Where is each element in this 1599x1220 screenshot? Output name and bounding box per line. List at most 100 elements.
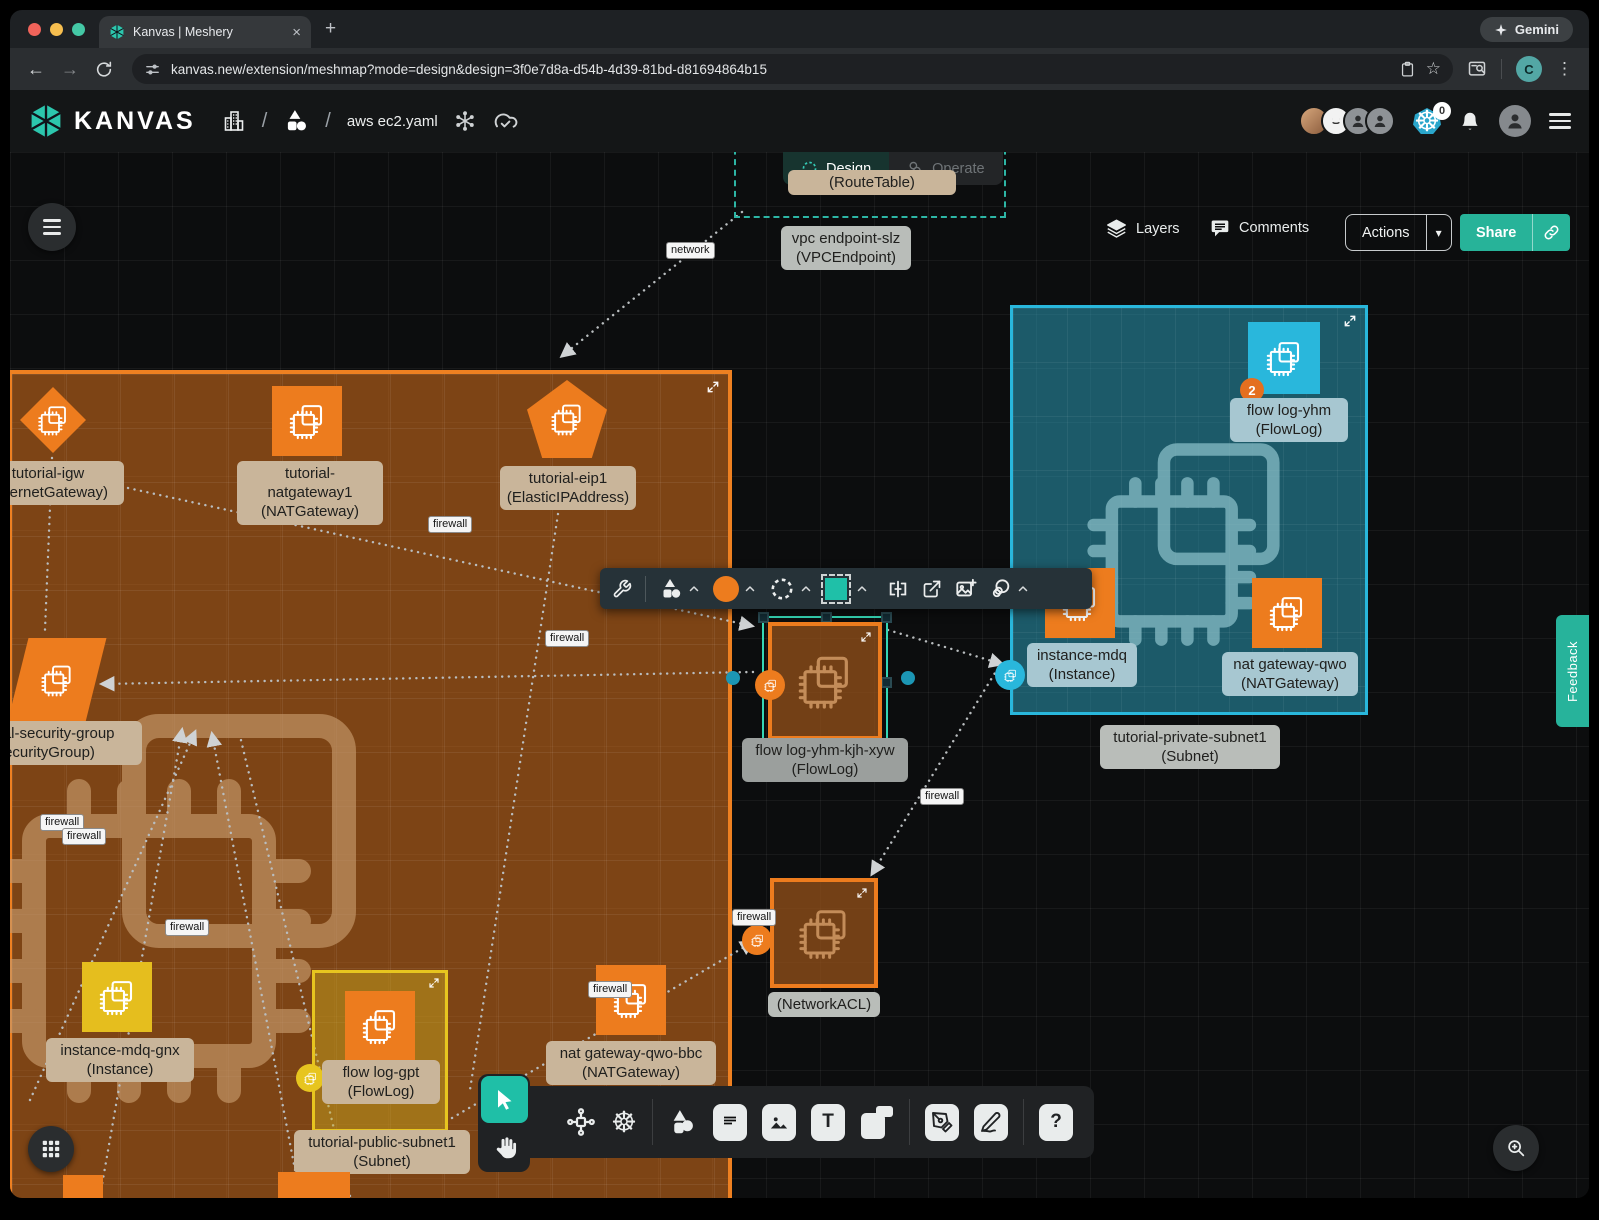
pan-tool[interactable]: [487, 1128, 523, 1168]
bell-icon[interactable]: [1459, 110, 1481, 132]
pencil-tool[interactable]: [974, 1104, 1008, 1141]
node-label-instance-gnx[interactable]: instance-mdq-gnx(Instance): [46, 1038, 194, 1082]
node-instance-mdq-gnx[interactable]: [82, 962, 152, 1032]
shape-picker[interactable]: [659, 577, 700, 601]
edge-label-firewall[interactable]: firewall: [62, 828, 106, 845]
comment-tool[interactable]: [713, 1104, 747, 1141]
close-window-button[interactable]: [28, 23, 41, 36]
cloud-sync-icon[interactable]: [492, 108, 518, 134]
edge-label-firewall[interactable]: firewall: [545, 630, 589, 647]
color-picker[interactable]: [713, 576, 756, 602]
resize-handle[interactable]: [881, 677, 892, 688]
kubernetes-tool-icon[interactable]: ☸: [611, 1108, 637, 1137]
edge-label-firewall[interactable]: firewall: [588, 981, 632, 998]
edge-label-network[interactable]: network: [666, 242, 715, 259]
node-label-natgw-bbc[interactable]: nat gateway-qwo-bbc(NATGateway): [546, 1041, 716, 1085]
collapse-region-icon[interactable]: [1343, 314, 1357, 328]
copy-link-button[interactable]: [1532, 214, 1570, 251]
design-file-name[interactable]: aws ec2.yaml: [347, 113, 438, 130]
share-button[interactable]: Share: [1460, 214, 1570, 251]
environment-icon[interactable]: [454, 110, 476, 132]
back-button[interactable]: ←: [22, 59, 50, 80]
node-label-flow-log-yhm[interactable]: flow log-yhm(FlowLog): [1230, 398, 1348, 442]
note-tool[interactable]: [860, 1104, 894, 1141]
new-tab-button[interactable]: +: [325, 18, 336, 40]
url-bar[interactable]: kanvas.new/extension/meshmap?mode=design…: [132, 54, 1453, 84]
apps-grid-button[interactable]: [28, 1126, 74, 1172]
app-menu-button[interactable]: [1549, 109, 1571, 133]
private-subnet-handle[interactable]: [995, 660, 1025, 690]
node-label-routetable[interactable]: (RouteTable): [788, 170, 956, 195]
lasso-tool[interactable]: [990, 578, 1029, 600]
resize-handle[interactable]: [881, 612, 892, 623]
forward-button[interactable]: →: [56, 59, 84, 80]
collapse-region-icon[interactable]: [706, 380, 720, 394]
node-label-flow-log-kjh[interactable]: flow log-yhm-kjh-xyw(FlowLog): [742, 738, 908, 782]
reload-button[interactable]: [90, 60, 118, 79]
browser-menu-icon[interactable]: ⋮: [1556, 59, 1573, 79]
zoom-search-button[interactable]: [1493, 1125, 1539, 1171]
node-label-security-group[interactable]: tutorial-security-group(SecurityGroup): [10, 721, 142, 765]
kubernetes-context-button[interactable]: ☸ 0: [1413, 108, 1441, 134]
node-label-private-subnet[interactable]: tutorial-private-subnet1(Subnet): [1100, 725, 1280, 769]
node-natgw-qwo-bbc[interactable]: [596, 965, 666, 1035]
design-canvas[interactable]: Design Operate Layers Comments Actions ▾…: [10, 152, 1589, 1198]
node-label-igw[interactable]: tutorial-igw(InternetGateway): [10, 461, 124, 505]
network-acl-handle[interactable]: [742, 925, 772, 955]
help-button[interactable]: ?: [1039, 1104, 1073, 1141]
node-label-eip1[interactable]: tutorial-eip1(ElasticIPAddress): [500, 466, 636, 510]
border-style-picker[interactable]: [769, 576, 812, 602]
shapes-tool-icon[interactable]: [668, 1107, 698, 1137]
zoom-window-button[interactable]: [72, 23, 85, 36]
add-image-icon[interactable]: [955, 578, 977, 600]
open-external-icon[interactable]: [922, 579, 942, 599]
close-tab-icon[interactable]: ×: [292, 24, 301, 41]
collapse-region-icon[interactable]: [428, 977, 440, 989]
connection-dot[interactable]: [901, 671, 915, 685]
components-tool-icon[interactable]: [566, 1107, 596, 1137]
node-label-natgw-qwo[interactable]: nat gateway-qwo(NATGateway): [1222, 652, 1358, 696]
browser-profile-avatar[interactable]: C: [1516, 56, 1542, 82]
bookmark-star-icon[interactable]: ☆: [1426, 59, 1441, 79]
clipboard-icon[interactable]: [1399, 61, 1416, 78]
edge-label-firewall[interactable]: firewall: [732, 909, 776, 926]
node-flow-log-gpt[interactable]: [345, 991, 415, 1061]
edge-label-firewall[interactable]: firewall: [165, 919, 209, 936]
canvas-menu-button[interactable]: [28, 203, 76, 251]
node-label-public-subnet[interactable]: tutorial-public-subnet1(Subnet): [294, 1130, 470, 1174]
node-label-flow-log-gpt[interactable]: flow log-gpt(FlowLog): [322, 1060, 440, 1104]
layers-button[interactable]: Layers: [1106, 218, 1180, 239]
gemini-button[interactable]: Gemini: [1480, 17, 1573, 42]
node-flow-log-kjh-selected[interactable]: [768, 622, 882, 740]
select-tool[interactable]: [481, 1076, 528, 1123]
edge-label-firewall[interactable]: firewall: [920, 788, 964, 805]
node-label-instance-mdq[interactable]: instance-mdq(Instance): [1027, 643, 1137, 687]
url-text[interactable]: kanvas.new/extension/meshmap?mode=design…: [171, 62, 1389, 77]
collapse-node-icon[interactable]: [856, 887, 868, 899]
minimize-window-button[interactable]: [50, 23, 63, 36]
node-network-acl[interactable]: [770, 878, 878, 988]
collaborator-avatar[interactable]: [1365, 106, 1395, 136]
edge-label-firewall[interactable]: firewall: [428, 516, 472, 533]
flow-log-gpt-handle[interactable]: [296, 1064, 324, 1092]
browser-tab[interactable]: Kanvas | Meshery ×: [99, 16, 311, 48]
connection-dot[interactable]: [726, 671, 740, 685]
node-partial[interactable]: [278, 1172, 350, 1198]
node-partial[interactable]: [63, 1175, 103, 1198]
workspace-shapes-icon[interactable]: [283, 108, 309, 134]
site-settings-icon[interactable]: [144, 61, 161, 78]
actions-button[interactable]: Actions ▾: [1345, 214, 1452, 251]
text-tool[interactable]: T: [811, 1104, 845, 1141]
label-width-icon[interactable]: [887, 578, 909, 600]
node-label-natgateway1[interactable]: tutorial-natgateway1(NATGateway): [237, 461, 383, 525]
node-label-network-acl[interactable]: (NetworkACL): [768, 992, 880, 1017]
image-tool[interactable]: [762, 1104, 796, 1141]
configure-wrench-icon[interactable]: [612, 579, 632, 599]
node-natgateway1[interactable]: [272, 386, 342, 456]
feedback-tab[interactable]: Feedback: [1556, 615, 1589, 727]
user-avatar-button[interactable]: [1499, 105, 1531, 137]
actions-dropdown-caret[interactable]: ▾: [1426, 215, 1451, 250]
comments-button[interactable]: Comments: [1210, 218, 1309, 238]
tab-search-icon[interactable]: [1467, 59, 1487, 79]
flow-log-kjh-handle[interactable]: [755, 670, 785, 700]
